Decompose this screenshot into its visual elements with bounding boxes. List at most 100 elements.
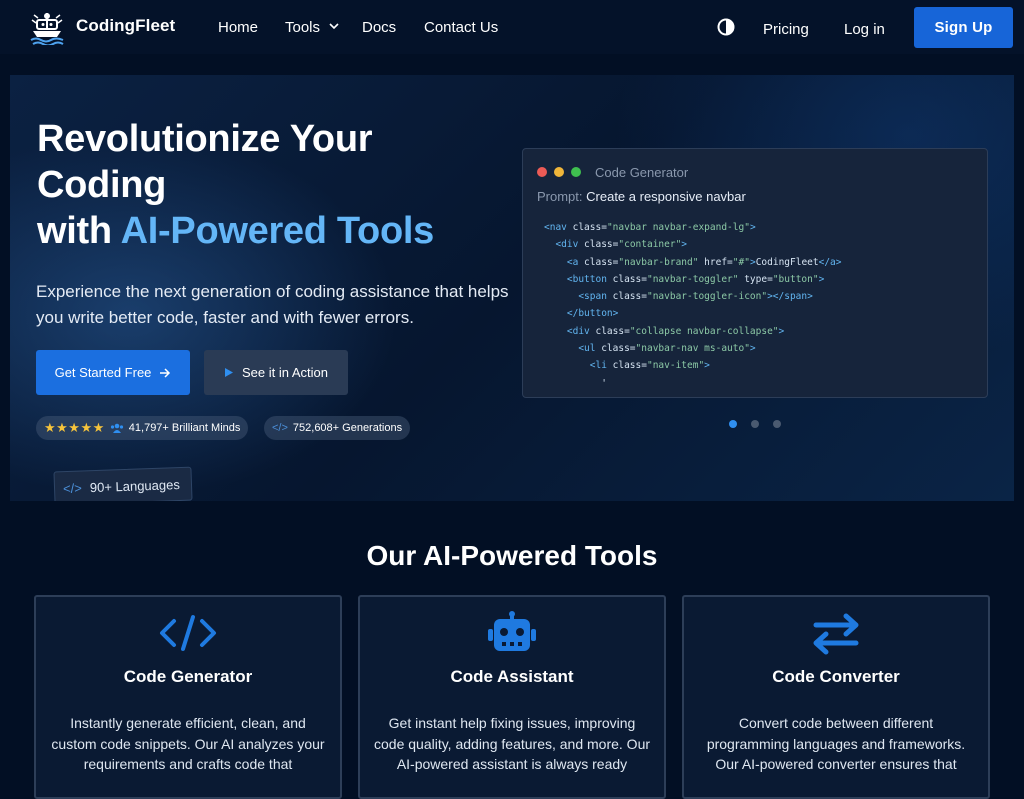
- code-token: "button": [772, 273, 819, 285]
- generations-count: 752,608+ Generations: [292, 422, 403, 434]
- tool-card-code-assistant[interactable]: Code Assistant Get instant help fixing i…: [358, 595, 666, 799]
- code-token: <div: [544, 239, 585, 251]
- card-title: Code Generator: [123, 667, 253, 686]
- hero-title-line1: Revolutionize Your: [37, 118, 373, 160]
- code-token: <span: [544, 291, 613, 303]
- hero-title-line2: Coding: [37, 164, 167, 206]
- code-token: <nav: [544, 222, 573, 233]
- generations-badge: </> 752,608+ Generations: [264, 416, 411, 440]
- star-rating-icon: ★★★★★: [44, 420, 105, 435]
- hero-title: Revolutionize Your Coding with AI-Powere…: [37, 116, 434, 254]
- code-icon: [160, 615, 216, 651]
- nav-contact[interactable]: Contact Us: [424, 19, 498, 36]
- login-link[interactable]: Log in: [844, 21, 885, 38]
- card-title: Code Assistant: [450, 667, 574, 686]
- code-token: <a: [544, 256, 585, 268]
- code-generator-preview: Code Generator Prompt: Create a responsi…: [522, 148, 988, 398]
- nav-tools[interactable]: Tools: [285, 19, 320, 36]
- code-token: ': [544, 377, 607, 389]
- code-token: </button>: [544, 308, 619, 320]
- code-token: ></span>: [767, 291, 813, 303]
- code-line: <span class="navbar-toggler-icon"></span…: [544, 288, 842, 305]
- code-token: "navbar-brand": [618, 256, 699, 268]
- get-started-label: Get Started Free: [54, 365, 152, 380]
- code-line: <ul class="navbar-nav ms-auto">: [544, 340, 842, 357]
- code-line: <button class="navbar-toggler" type="but…: [544, 271, 842, 288]
- code-token: >: [778, 325, 785, 337]
- card-description: Convert code between different programmi…: [706, 715, 966, 772]
- languages-count: 90+ Languages: [89, 476, 181, 495]
- tool-card-code-converter[interactable]: Code Converter Convert code between diff…: [682, 595, 990, 799]
- window-title: Code Generator: [595, 165, 689, 180]
- code-line: <div class="container">: [544, 236, 842, 253]
- code-line: <nav class="navbar navbar-expand-lg">: [544, 219, 842, 236]
- see-in-action-button[interactable]: See it in Action: [204, 350, 348, 395]
- code-token: "collapse navbar-collapse": [629, 325, 779, 337]
- carousel-dot-3[interactable]: [773, 420, 781, 428]
- users-icon: [110, 423, 123, 433]
- code-token: "#": [732, 256, 750, 268]
- code-token: "navbar-toggler-icon": [646, 291, 768, 303]
- code-token: class=: [601, 343, 636, 355]
- minds-count: 41,797+ Brilliant Minds: [128, 422, 241, 434]
- code-token: class=: [584, 256, 619, 268]
- code-line: </button>: [544, 305, 842, 322]
- users-badge: ★★★★★ 41,797+ Brilliant Minds: [36, 416, 249, 440]
- carousel-dot-2[interactable]: [751, 420, 759, 428]
- card-description: Instantly generate efficient, clean, and…: [51, 715, 325, 772]
- top-nav: CodingFleet Home Tools Docs Contact Us P…: [0, 0, 1024, 54]
- chevron-down-icon[interactable]: [329, 21, 339, 31]
- prompt-label: Prompt:: [537, 189, 583, 204]
- code-token: "nav-item": [646, 360, 705, 372]
- code-token: <div: [544, 325, 596, 337]
- code-token: </a>: [818, 256, 842, 268]
- nav-docs[interactable]: Docs: [362, 19, 396, 36]
- code-token: type=: [738, 273, 773, 285]
- card-title: Code Converter: [772, 667, 900, 686]
- code-line: <li class="nav-item">: [544, 357, 842, 374]
- hero-title-accent: AI-Powered Tools: [120, 210, 435, 252]
- window-minimize-dot: [554, 167, 564, 177]
- code-token: class=: [572, 222, 607, 233]
- robot-icon: [488, 611, 536, 651]
- theme-toggle-icon[interactable]: [717, 18, 735, 36]
- hero-title-line3: with AI-Powered Tools: [37, 208, 434, 254]
- code-token: CodingFleet: [755, 256, 819, 268]
- code-tag-icon: </>: [272, 422, 288, 434]
- prompt-line: Prompt: Create a responsive navbar: [537, 189, 746, 204]
- hero-section: Revolutionize Your Coding with AI-Powere…: [10, 75, 1014, 501]
- languages-badge: </> 90+ Languages: [53, 466, 193, 501]
- swap-arrows-icon: [813, 613, 859, 655]
- code-token: href=: [698, 256, 733, 268]
- code-block: <nav class="navbar navbar-expand-lg"> <d…: [544, 219, 842, 392]
- code-tag-icon: </>: [62, 479, 83, 496]
- code-token: >: [749, 343, 756, 355]
- logo-icon[interactable]: [28, 9, 66, 45]
- signup-button[interactable]: Sign Up: [914, 7, 1013, 48]
- brand-name[interactable]: CodingFleet: [76, 16, 175, 36]
- window-close-dot: [537, 167, 547, 177]
- code-line: ': [544, 375, 842, 392]
- get-started-button[interactable]: Get Started Free: [36, 350, 190, 395]
- hero-subtitle: Experience the next generation of coding…: [36, 282, 509, 327]
- code-token: class=: [612, 360, 647, 372]
- code-token: >: [681, 239, 688, 251]
- carousel-dot-1[interactable]: [729, 420, 737, 428]
- prompt-text: Create a responsive navbar: [586, 189, 746, 204]
- see-in-action-label: See it in Action: [242, 365, 328, 380]
- hero-title-prefix: with: [37, 210, 121, 252]
- code-token: <li: [544, 360, 613, 372]
- code-token: <button: [544, 273, 613, 285]
- code-token: "navbar-nav ms-auto": [635, 343, 750, 355]
- code-token: "navbar-toggler": [646, 273, 739, 285]
- nav-home[interactable]: Home: [218, 19, 258, 36]
- play-icon: [225, 368, 233, 377]
- code-line: <div class="collapse navbar-collapse">: [544, 323, 842, 340]
- tools-heading: Our AI-Powered Tools: [366, 540, 658, 571]
- nav-pricing[interactable]: Pricing: [763, 21, 809, 38]
- tool-card-code-generator[interactable]: Code Generator Instantly generate effici…: [34, 595, 342, 799]
- code-token: >: [749, 222, 756, 233]
- code-token: >: [704, 360, 710, 372]
- arrow-right-icon: [160, 367, 171, 378]
- code-line: <a class="navbar-brand" href="#">CodingF…: [544, 254, 842, 271]
